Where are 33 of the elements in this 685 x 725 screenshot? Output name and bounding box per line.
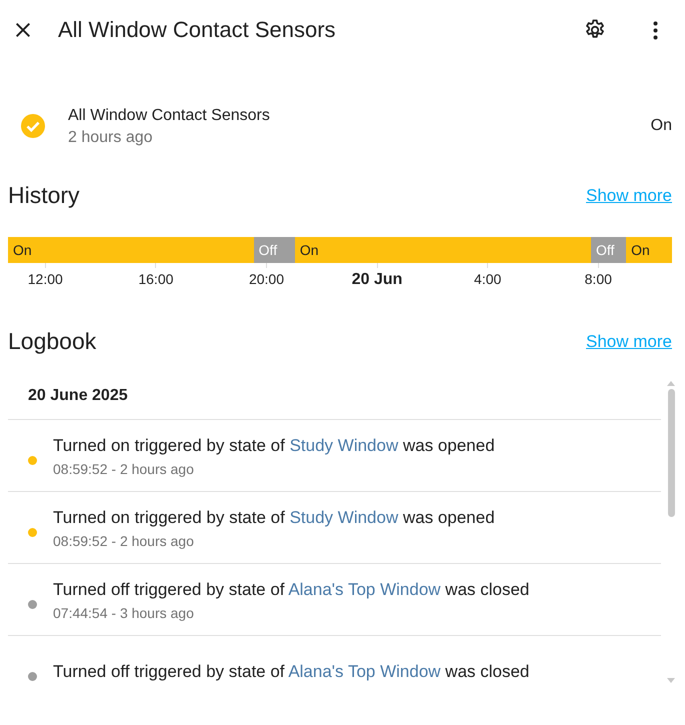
- entity-name: All Window Contact Sensors: [68, 106, 271, 126]
- entity-link[interactable]: Study Window: [290, 436, 398, 455]
- section-title: History: [8, 182, 80, 209]
- show-more-link[interactable]: Show more: [586, 332, 672, 352]
- timeline-segment: On: [626, 237, 672, 263]
- axis-label: 20 Jun: [352, 271, 402, 289]
- entity-link[interactable]: Study Window: [290, 508, 398, 527]
- axis-label: 16:00: [138, 271, 174, 287]
- dialog-title: All Window Contact Sensors: [58, 17, 337, 43]
- more-icon: [652, 20, 658, 40]
- log-message: Turned off triggered by state of Alana's Top Window was closed: [53, 579, 530, 601]
- log-time: 07:44:54 - 3 hours ago: [53, 605, 195, 621]
- timeline-segment: On: [294, 237, 591, 263]
- axis-label: 8:00: [584, 271, 612, 287]
- last-changed: 2 hours ago: [68, 128, 154, 148]
- log-message: Turned off triggered by state of Alana's Top Window was closed: [53, 660, 530, 682]
- axis-label: 12:00: [28, 271, 63, 287]
- timeline-segment: On: [8, 237, 254, 263]
- axis-label: 20:00: [248, 271, 284, 287]
- section-title: Logbook: [8, 328, 96, 355]
- timeline-segment: Off: [590, 237, 626, 263]
- timeline-segment: Off: [254, 237, 295, 263]
- axis-label: 4:00: [474, 271, 502, 287]
- log-message: Turned on triggered by state of Study Window was opened: [53, 435, 495, 457]
- log-message: Turned on triggered by state of Study Window was opened: [53, 507, 495, 529]
- entity-link[interactable]: Alana's Top Window: [288, 662, 441, 680]
- check-circle-icon: [20, 113, 46, 139]
- entity-link[interactable]: Alana's Top Window: [288, 580, 441, 599]
- date-heading: 20 June 2025: [28, 387, 128, 404]
- log-time: 08:59:52 - 2 hours ago: [53, 533, 195, 549]
- log-time: 08:59:52 - 2 hours ago: [53, 461, 195, 477]
- show-more-link[interactable]: Show more: [586, 186, 672, 206]
- entity-state: On: [650, 117, 672, 135]
